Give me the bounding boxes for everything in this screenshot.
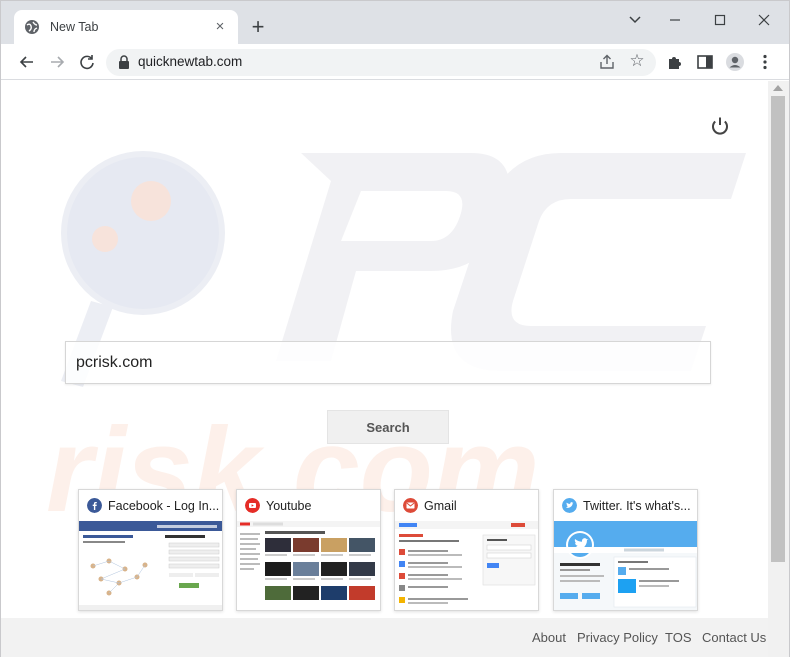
- maximize-icon[interactable]: [706, 9, 734, 31]
- page-content: risk.com Search Facebook - Log In...: [1, 81, 768, 657]
- scroll-up-arrow-icon[interactable]: [773, 85, 783, 91]
- speed-dial-tiles: Facebook - Log In... Youtube Gmail Twitt…: [78, 489, 698, 611]
- gmail-thumbnail: [395, 521, 538, 610]
- extensions-puzzle-icon[interactable]: [665, 52, 685, 72]
- twitter-thumbnail: [554, 521, 697, 610]
- title-bar: New Tab × +: [1, 1, 789, 44]
- footer-contact-link[interactable]: Contact Us: [702, 630, 766, 645]
- toolbar: quicknewtab.com ☆: [1, 44, 789, 80]
- footer-tos-link[interactable]: TOS: [665, 630, 692, 645]
- tile-header: Gmail: [395, 490, 538, 521]
- bookmark-star-icon[interactable]: ☆: [628, 52, 646, 70]
- vertical-scrollbar[interactable]: [768, 81, 789, 657]
- tile-label: Twitter. It's what's...: [583, 498, 691, 513]
- tile-youtube[interactable]: Youtube: [236, 489, 381, 611]
- new-tab-button[interactable]: +: [247, 16, 269, 39]
- tile-header: Youtube: [237, 490, 380, 521]
- menu-kebab-icon[interactable]: [755, 52, 775, 72]
- search-input[interactable]: [65, 341, 711, 384]
- tile-header: Facebook - Log In...: [79, 490, 222, 521]
- facebook-icon: [87, 498, 102, 513]
- gmail-icon: [403, 498, 418, 513]
- footer: About Privacy Policy TOS Contact Us: [1, 618, 768, 657]
- lock-icon[interactable]: [118, 55, 130, 69]
- search-button[interactable]: Search: [327, 410, 449, 444]
- reload-icon[interactable]: [76, 51, 98, 73]
- tab-new-tab[interactable]: New Tab ×: [14, 10, 238, 44]
- tile-facebook[interactable]: Facebook - Log In...: [78, 489, 223, 611]
- tile-gmail[interactable]: Gmail: [394, 489, 539, 611]
- profile-avatar-icon[interactable]: [725, 52, 745, 72]
- scrollbar-thumb[interactable]: [771, 96, 785, 562]
- tab-search-icon[interactable]: [621, 9, 649, 31]
- tile-header: Twitter. It's what's...: [554, 490, 697, 521]
- share-icon[interactable]: [598, 53, 616, 71]
- youtube-icon: [245, 498, 260, 513]
- browser-window: New Tab × + quicknewtab.com ☆ risk.com p…: [0, 0, 790, 657]
- youtube-thumbnail: [237, 521, 380, 610]
- tab-close-icon[interactable]: ×: [212, 19, 228, 35]
- tile-label: Facebook - Log In...: [108, 498, 220, 513]
- globe-icon: [25, 20, 39, 34]
- minimize-icon[interactable]: [661, 9, 689, 31]
- forward-arrow-icon[interactable]: [46, 51, 68, 73]
- footer-privacy-link[interactable]: Privacy Policy: [577, 630, 658, 645]
- tab-title: New Tab: [50, 20, 99, 34]
- tile-label: Gmail: [424, 498, 457, 513]
- twitter-icon: [562, 498, 577, 513]
- back-arrow-icon[interactable]: [16, 51, 38, 73]
- close-window-icon[interactable]: [750, 9, 778, 31]
- power-icon[interactable]: [709, 115, 731, 137]
- side-panel-icon[interactable]: [695, 52, 715, 72]
- address-bar[interactable]: quicknewtab.com ☆: [106, 49, 656, 76]
- url-text[interactable]: quicknewtab.com: [138, 54, 242, 69]
- facebook-thumbnail: [79, 521, 222, 610]
- tile-label: Youtube: [266, 498, 312, 513]
- tile-twitter[interactable]: Twitter. It's what's...: [553, 489, 698, 611]
- footer-about-link[interactable]: About: [532, 630, 566, 645]
